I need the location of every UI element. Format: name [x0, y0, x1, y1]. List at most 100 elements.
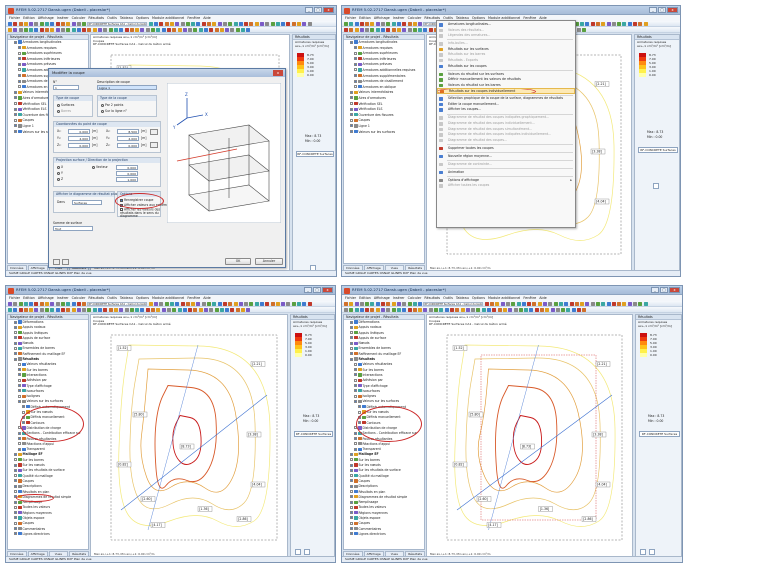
toolbar-tool-icon[interactable] — [622, 21, 627, 26]
toolbar-tool-icon[interactable] — [386, 21, 391, 26]
toolbar-tool-icon[interactable] — [375, 21, 380, 26]
panel-settings-icon[interactable] — [640, 549, 646, 555]
toolbar-tool-icon[interactable] — [365, 27, 370, 32]
toolbar-tool-icon[interactable] — [124, 307, 129, 312]
info-icon[interactable] — [62, 259, 69, 265]
checkbox-icon[interactable] — [354, 447, 357, 451]
toolbar-tool-icon[interactable] — [365, 307, 370, 312]
checkbox-icon[interactable] — [22, 405, 25, 409]
toolbar-tool-icon[interactable] — [412, 21, 417, 26]
z2-field[interactable]: 0.000 — [117, 143, 139, 148]
toolbar-tool-icon[interactable] — [638, 21, 643, 26]
checkbox-icon[interactable] — [350, 527, 353, 531]
toolbar-tool-icon[interactable] — [307, 301, 312, 306]
toolbar-tool-icon[interactable] — [555, 307, 560, 312]
toolbar-tool-icon[interactable] — [188, 307, 193, 312]
toolbar-tool-icon[interactable] — [391, 301, 396, 306]
toolbar-tool-icon[interactable] — [60, 307, 65, 312]
toolbar-tool-icon[interactable] — [527, 301, 532, 306]
minimize-button[interactable]: _ — [304, 287, 312, 293]
toolbar-tool-icon[interactable] — [76, 301, 81, 306]
toolbar-tool-icon[interactable] — [633, 301, 638, 306]
toolbar-tool-icon[interactable] — [553, 301, 558, 306]
toolbar-tool-icon[interactable] — [412, 301, 417, 306]
dir-z-radio[interactable]: Z — [57, 177, 63, 181]
checkbox-icon[interactable] — [354, 378, 357, 382]
toolbar-tool-icon[interactable] — [249, 21, 254, 26]
toolbar-tool-icon[interactable] — [60, 27, 65, 32]
toolbar-tool-icon[interactable] — [244, 301, 249, 306]
checkbox-icon[interactable] — [14, 124, 17, 128]
checkbox-icon[interactable] — [18, 399, 21, 403]
toolbar-tool-icon[interactable] — [71, 301, 76, 306]
toolbar-tool-icon[interactable] — [627, 21, 632, 26]
toolbar-tool-icon[interactable] — [193, 27, 198, 32]
toolbar-tool-icon[interactable] — [577, 307, 582, 312]
toolbar-tool-icon[interactable] — [161, 27, 166, 32]
toolbar-tool-icon[interactable] — [129, 307, 134, 312]
toolbar-tool-icon[interactable] — [471, 307, 476, 312]
toolbar-tool-icon[interactable] — [643, 301, 648, 306]
toolbar-tool-icon[interactable] — [108, 307, 113, 312]
dir-x-radio[interactable]: X — [57, 165, 63, 169]
checkbox-icon[interactable] — [14, 90, 17, 94]
toolbar-tool-icon[interactable] — [217, 21, 222, 26]
toolbar-tool-icon[interactable] — [55, 301, 60, 306]
toolbar-tool-icon[interactable] — [476, 307, 481, 312]
toolbar-tool-icon[interactable] — [103, 307, 108, 312]
toolbar-tool-icon[interactable] — [198, 307, 203, 312]
graphic-workspace[interactable]: Armatures requises ax+,1 cm²/m² [cm²/m] … — [90, 314, 288, 557]
toolbar-tool-icon[interactable] — [386, 301, 391, 306]
checkbox-icon[interactable] — [14, 521, 17, 525]
checkbox-icon[interactable] — [14, 130, 17, 133]
panel-settings-icon[interactable] — [295, 549, 301, 555]
checkbox-icon[interactable] — [354, 437, 357, 441]
toolbar-tool-icon[interactable] — [159, 301, 164, 306]
toolbar-tool-icon[interactable] — [396, 307, 401, 312]
toolbar-tool-icon[interactable] — [201, 21, 206, 26]
toolbar-tool-icon[interactable] — [286, 21, 291, 26]
toolbar-tool-icon[interactable] — [113, 307, 118, 312]
toolbar-tool-icon[interactable] — [238, 21, 243, 26]
checkbox-icon[interactable] — [350, 452, 353, 456]
toolbar-tool-icon[interactable] — [191, 21, 196, 26]
checkbox-icon[interactable] — [350, 479, 353, 483]
checkbox-icon[interactable] — [18, 442, 21, 446]
toolbar-tool-icon[interactable] — [564, 301, 569, 306]
toolbar-tool-icon[interactable] — [617, 301, 622, 306]
toolbar-tool-icon[interactable] — [359, 21, 364, 26]
toolbar-tool-icon[interactable] — [601, 21, 606, 26]
cancel-button[interactable]: Annuler — [255, 258, 283, 265]
toolbar-tool-icon[interactable] — [145, 27, 150, 32]
checkbox-icon[interactable] — [350, 341, 353, 345]
checkbox-icon[interactable] — [14, 96, 17, 100]
toolbar-tool-icon[interactable] — [235, 27, 240, 32]
toolbar-tool-icon[interactable] — [391, 307, 396, 312]
toolbar-tool-icon[interactable] — [76, 27, 81, 32]
toolbar-tool-icon[interactable] — [281, 21, 286, 26]
toolbar-tool-icon[interactable] — [291, 21, 296, 26]
toolbar-tool-icon[interactable] — [182, 307, 187, 312]
pick-point-icon[interactable] — [150, 129, 158, 135]
checkbox-icon[interactable] — [18, 384, 21, 388]
toolbar-tool-icon[interactable] — [344, 301, 348, 306]
toolbar-tool-icon[interactable] — [617, 21, 622, 26]
context-menu-item[interactable]: Afficher toutes les coupes — [437, 183, 575, 189]
context-menu-item[interactable]: Résultats sur les coupes — [437, 64, 575, 70]
toolbar-tool-icon[interactable] — [151, 307, 156, 312]
toolbar-tool-icon[interactable] — [180, 21, 185, 26]
checkbox-icon[interactable] — [14, 336, 17, 340]
toolbar-tool-icon[interactable] — [169, 301, 174, 306]
checkbox-icon[interactable] — [14, 463, 17, 467]
toolbar-tool-icon[interactable] — [23, 301, 28, 306]
context-menu-item[interactable]: Nouvelle région moyenne... — [437, 154, 575, 160]
toolbar-tool-icon[interactable] — [545, 307, 550, 312]
checkbox-icon[interactable] — [354, 431, 357, 435]
panel-filter-icon[interactable] — [649, 549, 655, 555]
plane-on-line-radio[interactable]: Sur la ligne n° — [101, 109, 127, 113]
toolbar-tool-icon[interactable] — [381, 301, 386, 306]
toolbar-tool-icon[interactable] — [569, 301, 574, 306]
x2-field[interactable]: 8.500 — [117, 129, 139, 134]
toolbar-tool-icon[interactable] — [513, 307, 518, 312]
toolbar-tool-icon[interactable] — [595, 21, 600, 26]
